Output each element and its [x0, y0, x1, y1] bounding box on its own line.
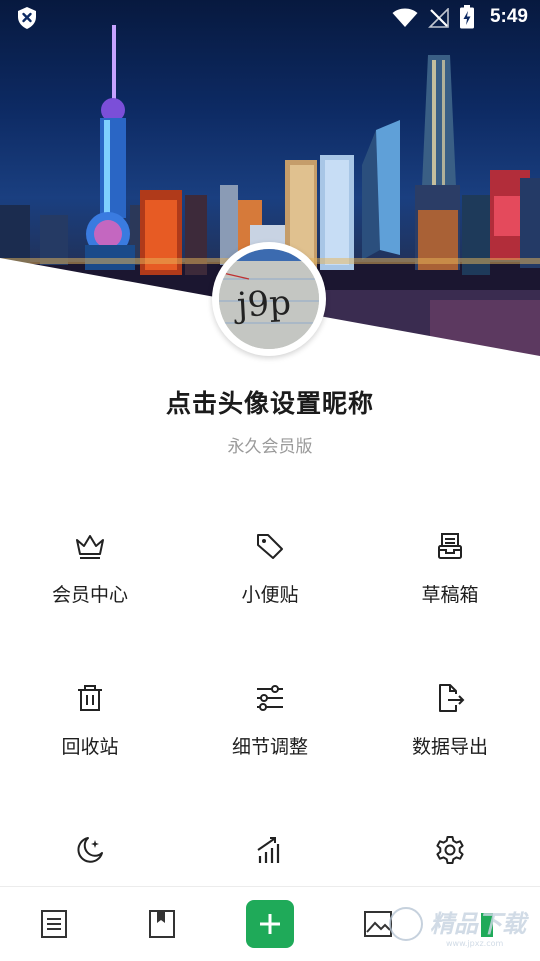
tag-icon [257, 534, 283, 559]
export-file-icon [439, 684, 465, 712]
nickname[interactable]: 点击头像设置昵称 [0, 384, 540, 420]
menu-item-label: 小便贴 [241, 584, 299, 606]
menu-item-recycle-bin[interactable]: 回收站 [0, 682, 180, 802]
menu-item-data-export[interactable]: 数据导出 [360, 682, 540, 802]
avatar-handwriting: j9p [232, 283, 292, 326]
settings-icon [436, 836, 464, 864]
menu-item-drafts[interactable]: 草稿箱 [360, 530, 540, 650]
menu-item-label: 回收站 [61, 736, 119, 758]
crown-icon [76, 535, 104, 559]
notes-icon [41, 910, 67, 938]
menu-item-label: 草稿箱 [421, 584, 479, 606]
avatar-image: j9p [219, 249, 319, 349]
menu-item-label: 细节调整 [231, 736, 308, 758]
watermark-text: 精品下载 [430, 910, 530, 938]
watermark-subtext: www.jpxz.com [446, 939, 504, 948]
add-icon [260, 914, 280, 934]
sliders-icon [257, 685, 283, 711]
bookmark-icon [149, 910, 175, 938]
avatar[interactable]: j9p [212, 242, 326, 356]
menu-item-label: 数据导出 [411, 736, 488, 758]
menu-item-label: 会员中心 [51, 584, 128, 606]
battery-charging-icon [460, 5, 474, 33]
shield-icon [16, 6, 38, 34]
nav-notes[interactable] [14, 887, 94, 961]
stats-icon [257, 837, 280, 863]
nav-bookmarks[interactable] [122, 887, 202, 961]
watermark-logo: 精品下载 www.jpxz.com [388, 894, 538, 954]
menu-item-sticky-note[interactable]: 小便贴 [180, 530, 360, 650]
add-button[interactable] [246, 900, 294, 948]
no-signal-icon [428, 7, 450, 32]
membership-label: 永久会员版 [227, 437, 313, 457]
trash-icon [78, 685, 102, 711]
status-time: 5:49 [489, 6, 528, 27]
inbox-icon [438, 533, 462, 559]
menu-item-vip-center[interactable]: 会员中心 [0, 530, 180, 650]
menu-item-detail-settings[interactable]: 细节调整 [180, 682, 360, 802]
wifi-icon [392, 8, 418, 32]
moon-icon [77, 837, 103, 863]
status-bar: 5:49 [0, 0, 540, 36]
